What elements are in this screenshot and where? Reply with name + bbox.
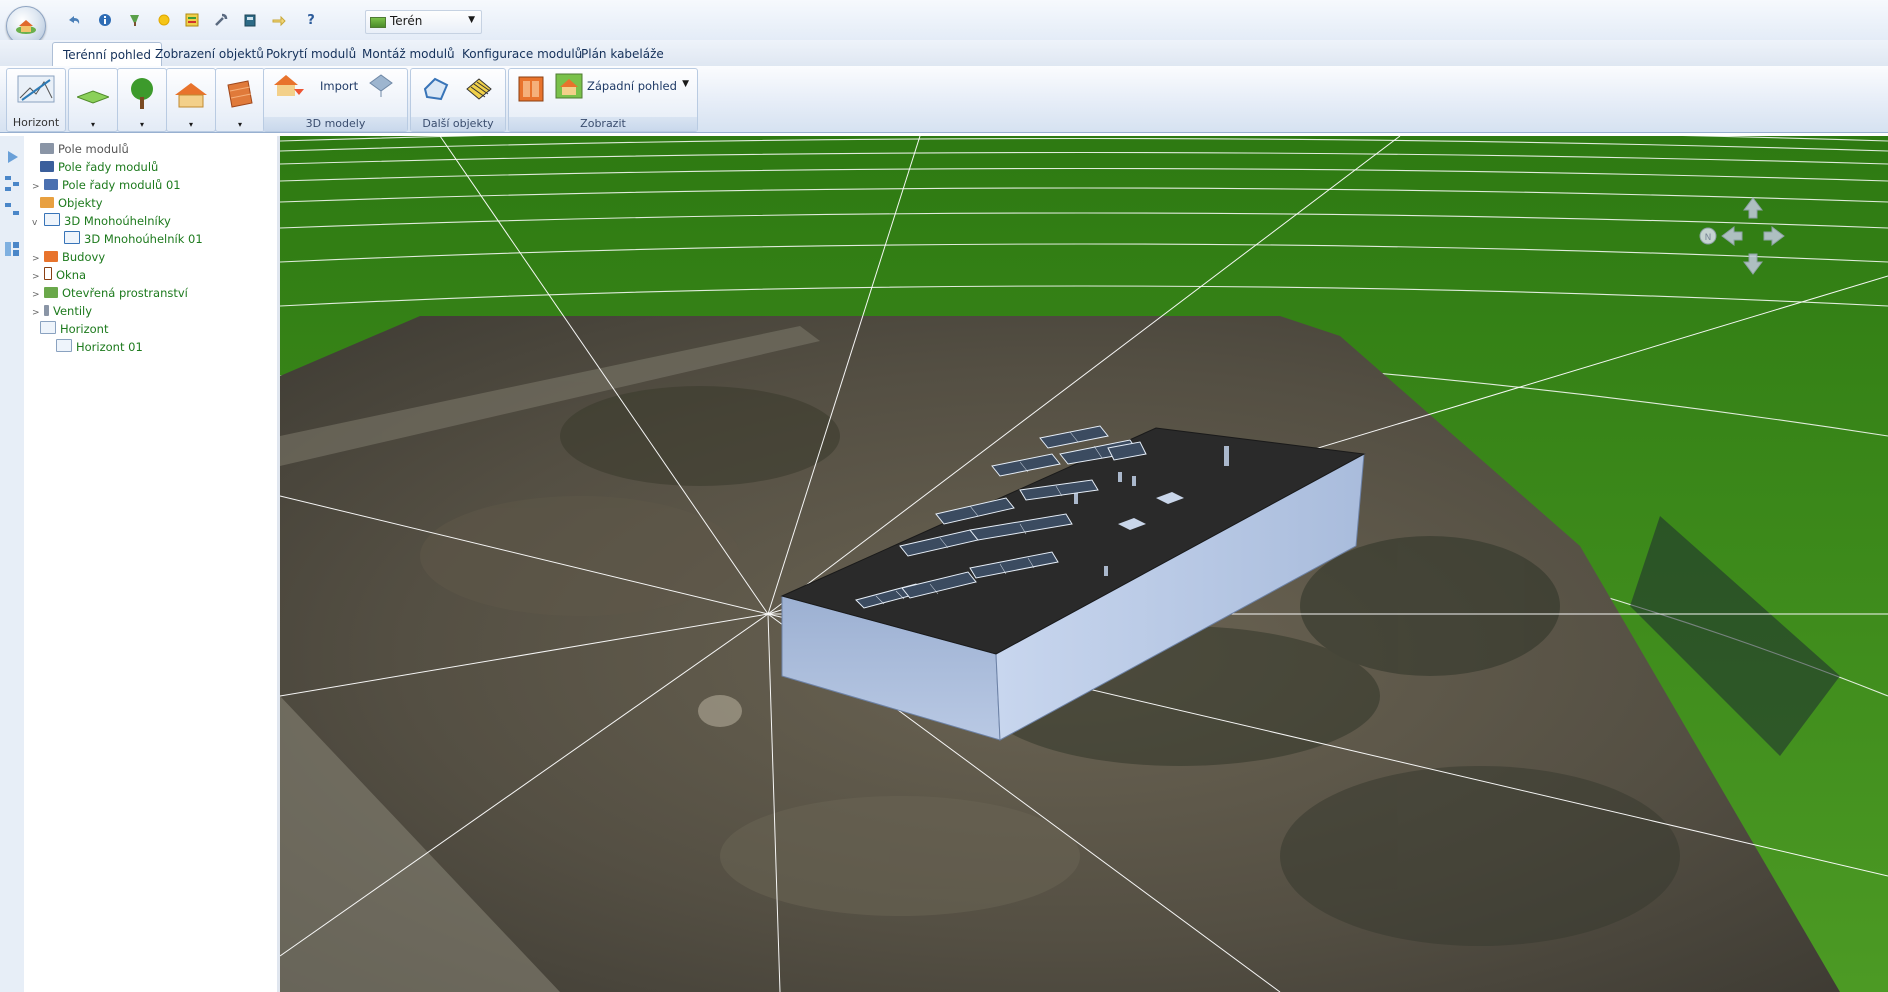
view-direction-select[interactable]: Západní pohled ▼ <box>553 71 691 99</box>
horizon-icon <box>40 321 56 334</box>
ribbon: Horizont ▾ ▾ ▾ ▾ Import 3D modely Další … <box>0 66 1888 133</box>
group-label-show: Zobrazit <box>509 117 697 131</box>
tree-item-horizon[interactable]: Horizont <box>28 320 108 338</box>
help-icon[interactable]: ? <box>302 12 320 30</box>
tree-item-module-row-field[interactable]: Pole řady modulů <box>28 158 158 176</box>
valve-icon <box>44 305 49 316</box>
wall-button[interactable]: ▾ <box>215 68 265 132</box>
hatch-pattern-icon <box>466 78 492 100</box>
module-row-field-icon <box>40 161 54 172</box>
pan-right-icon[interactable] <box>1763 226 1785 246</box>
camera-navigation: N <box>1698 196 1808 276</box>
import-grid-button[interactable] <box>360 71 400 107</box>
open-space-icon <box>44 287 58 298</box>
tab-object-display[interactable]: Zobrazení objektů <box>145 42 274 66</box>
tree-button[interactable]: ▾ <box>117 68 167 132</box>
app-logo-icon <box>16 20 36 34</box>
ribbon-group-3d-models: Import 3D modely <box>263 68 408 132</box>
tree-object-icon <box>131 78 153 109</box>
3d-viewport[interactable]: N <box>280 136 1888 992</box>
chevron-down-icon: ▾ <box>139 120 144 129</box>
building-icon <box>175 83 207 108</box>
ribbon-group-horizon: Horizont <box>6 68 66 132</box>
collapse-toggle[interactable]: v <box>32 214 44 232</box>
view-mode-value: Terén <box>390 14 423 28</box>
quick-access-toolbar: ? Terén ▼ <box>0 0 1888 46</box>
ribbon-group-show: Západní pohled ▼ Zobrazit <box>508 68 698 132</box>
group-label-other-objects: Další objekty <box>411 117 505 131</box>
west-view-icon <box>555 73 583 99</box>
hatch-button[interactable] <box>459 71 501 115</box>
building-button[interactable]: ▾ <box>166 68 216 132</box>
tab-module-mounting[interactable]: Montáž modulů <box>352 42 465 66</box>
grid-model-icon <box>369 74 393 97</box>
sun-icon[interactable] <box>155 12 173 30</box>
tree-item-open-spaces[interactable]: > Otevřená prostranství <box>32 284 188 302</box>
panel-view-icon <box>518 76 544 102</box>
pan-down-icon[interactable] <box>1743 253 1763 275</box>
object-tree: Pole modulů Pole řady modulů > Pole řady … <box>24 136 280 992</box>
play-icon[interactable] <box>3 148 21 166</box>
ground-button[interactable]: ▾ <box>68 68 118 132</box>
horizon-label: Horizont <box>12 116 60 129</box>
window-icon <box>44 267 52 280</box>
undo-icon[interactable] <box>65 12 83 30</box>
collapse-tree-icon[interactable] <box>3 200 21 218</box>
module-field-icon <box>40 143 54 154</box>
group-label-3d-models: 3D modely <box>264 117 407 131</box>
view-mode-select[interactable]: Terén ▼ <box>365 10 482 34</box>
tree-item-windows[interactable]: > Okna <box>32 266 86 284</box>
report-icon[interactable] <box>183 12 201 30</box>
tree-item-valves[interactable]: > Ventily <box>32 302 92 320</box>
tab-cabling-plan[interactable]: Plán kabeláže <box>571 42 674 66</box>
expand-tree-icon[interactable] <box>3 174 21 192</box>
info-icon[interactable] <box>96 12 114 30</box>
wrench-icon[interactable] <box>212 12 230 30</box>
chevron-down-icon: ▾ <box>188 120 193 129</box>
brick-wall-icon <box>227 80 253 108</box>
import-button[interactable]: Import <box>270 71 358 99</box>
polygon-icon <box>64 231 80 244</box>
tree-item-objects[interactable]: Objekty <box>28 194 103 212</box>
book-icon[interactable] <box>241 12 259 30</box>
tree-icon[interactable] <box>126 12 144 30</box>
module-row-icon <box>44 179 58 190</box>
ribbon-tabs: Terénní pohled Zobrazení objektů Pokrytí… <box>0 40 1888 67</box>
tree-item-module-row-01[interactable]: > Pole řady modulů 01 <box>32 176 181 194</box>
pan-left-icon[interactable] <box>1721 226 1743 246</box>
chevron-down-icon: ▾ <box>237 120 242 129</box>
tree-item-buildings[interactable]: > Budovy <box>32 248 105 266</box>
polygon-button[interactable] <box>415 71 455 115</box>
building-icon <box>44 251 58 262</box>
tree-item-3d-polygon-01[interactable]: 3D Mnohoúhelník 01 <box>52 230 203 248</box>
tree-item-3d-polygons[interactable]: v 3D Mnohoúhelníky <box>32 212 171 230</box>
import-label: Import <box>320 79 359 93</box>
view-direction-value: Západní pohled <box>587 79 677 93</box>
ground-plane-icon <box>77 90 109 104</box>
terrain-icon <box>370 17 386 28</box>
polygon-icon <box>44 213 60 226</box>
tree-item-module-field[interactable]: Pole modulů <box>28 140 129 158</box>
import-house-icon <box>274 75 304 96</box>
tab-module-coverage[interactable]: Pokrytí modulů <box>256 42 366 66</box>
polygon-icon <box>423 77 449 101</box>
arrow-icon[interactable] <box>270 12 288 30</box>
compass-north-label: N <box>1705 233 1712 243</box>
horizon-icon <box>17 75 55 103</box>
objects-icon <box>40 197 54 208</box>
horizon-icon <box>56 339 72 352</box>
pan-up-icon[interactable] <box>1743 197 1763 219</box>
chevron-down-icon: ▼ <box>468 15 475 25</box>
tree-item-horizon-01[interactable]: Horizont 01 <box>44 338 143 356</box>
orange-view-button[interactable] <box>513 71 549 115</box>
side-toolbar <box>0 136 25 992</box>
terrain-scene <box>280 136 1888 992</box>
ribbon-group-other-objects: Další objekty <box>410 68 506 132</box>
tree-layout-icon[interactable] <box>3 240 21 258</box>
chevron-down-icon: ▼ <box>682 79 689 89</box>
horizon-button[interactable] <box>9 71 63 115</box>
chevron-down-icon: ▾ <box>90 120 95 129</box>
